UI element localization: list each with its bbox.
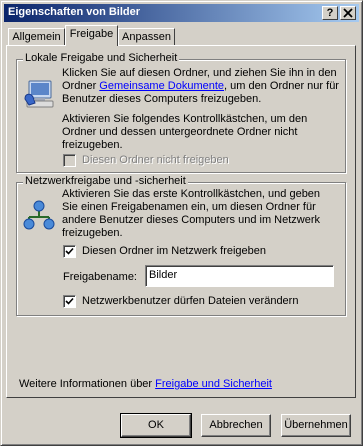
- computer-hand-icon: [24, 80, 54, 108]
- ok-button[interactable]: OK: [120, 413, 192, 438]
- tab-anpassen[interactable]: Anpassen: [118, 28, 175, 46]
- network-help-line2: Sie einen Freigabenamen ein, um diesen O…: [62, 201, 316, 213]
- tab-allgemein[interactable]: Allgemein: [8, 28, 65, 46]
- tab-panel-freigabe: Lokale Freigabe und Sicherheit Klicken S…: [6, 45, 356, 398]
- close-button[interactable]: [340, 6, 356, 20]
- local-help-line3: Benutzer dieses Computers freizugeben.: [62, 93, 262, 105]
- network-help-text: Aktivieren Sie das erste Kontrollkästche…: [62, 188, 344, 240]
- network-help-line4: freizugeben.: [62, 227, 123, 239]
- local-help2-line2: Ordner und dessen untergeordnete Ordner …: [62, 126, 298, 138]
- network-help-line1: Aktivieren Sie das erste Kontrollkästche…: [62, 188, 321, 200]
- share-network-label: Diesen Ordner im Netzwerk freigeben: [82, 245, 267, 257]
- local-sharing-legend: Lokale Freigabe und Sicherheit: [23, 52, 180, 64]
- local-help-line2: Ordner Gemeinsame Dokumente, um den Ordn…: [62, 80, 344, 93]
- dont-share-label: Diesen Ordner nicht freigeben: [82, 154, 229, 166]
- share-name-label: Freigabename:: [63, 271, 137, 283]
- local-help2-line3: freizugeben.: [62, 139, 123, 151]
- network-icon: [23, 200, 55, 230]
- local-sharing-group: Lokale Freigabe und Sicherheit Klicken S…: [16, 52, 346, 173]
- local-help-line1: Klicken Sie auf diesen Ordner, und ziehe…: [62, 67, 337, 79]
- allow-modify-checkbox[interactable]: [63, 295, 76, 308]
- share-name-input[interactable]: Bilder: [145, 265, 334, 287]
- network-sharing-group: Netzwerkfreigabe und -sicherheit Aktivie…: [16, 175, 346, 316]
- close-icon: [343, 8, 353, 18]
- checkmark-icon: [65, 297, 74, 305]
- checkmark-icon: [65, 247, 74, 255]
- local-help-line2-b: , um den Ordner nur für: [224, 80, 339, 92]
- help-button[interactable]: ?: [322, 6, 338, 20]
- tab-freigabe[interactable]: Freigabe: [65, 25, 118, 46]
- window-title: Eigenschaften von Bilder: [8, 6, 141, 18]
- shared-documents-link[interactable]: Gemeinsame Dokumente: [99, 80, 224, 92]
- network-help-line3: andere Benutzer dieses Computers und im …: [62, 214, 321, 226]
- local-help-line2-a: Ordner: [62, 80, 100, 92]
- allow-modify-label: Netzwerkbenutzer dürfen Dateien veränder…: [82, 295, 299, 307]
- title-bar[interactable]: Eigenschaften von Bilder ?: [4, 4, 359, 22]
- cancel-button[interactable]: Abbrechen: [201, 414, 271, 437]
- local-help-text-2: Aktivieren Sie folgendes Kontrollkästche…: [62, 113, 344, 152]
- dont-share-checkbox[interactable]: [63, 154, 76, 167]
- local-help-text: Klicken Sie auf diesen Ordner, und ziehe…: [62, 67, 344, 106]
- sharing-security-link[interactable]: Freigabe und Sicherheit: [155, 378, 272, 390]
- local-help2-line1: Aktivieren Sie folgendes Kontrollkästche…: [62, 113, 308, 125]
- apply-button[interactable]: Übernehmen: [281, 414, 351, 437]
- share-network-checkbox[interactable]: [63, 245, 76, 258]
- network-sharing-legend: Netzwerkfreigabe und -sicherheit: [23, 175, 188, 187]
- more-info-text: Weitere Informationen über Freigabe und …: [19, 378, 272, 391]
- more-info-prefix: Weitere Informationen über: [19, 378, 156, 390]
